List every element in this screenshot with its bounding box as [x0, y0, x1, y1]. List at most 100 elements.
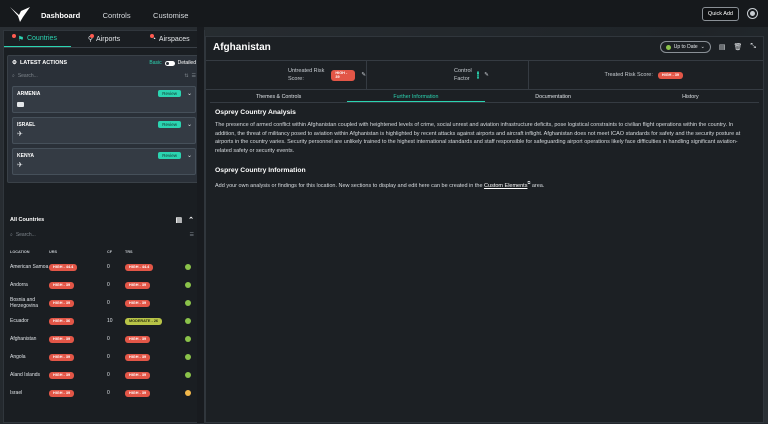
- tab-themes-controls[interactable]: Themes & Controls: [210, 92, 347, 102]
- trs-badge: HIGH - 39: [125, 281, 151, 289]
- review-button[interactable]: Review: [158, 152, 181, 159]
- latest-action-card[interactable]: KENYA ✈ Review ⌄: [12, 148, 196, 175]
- chevron-up-icon[interactable]: ⌃: [188, 216, 194, 224]
- cell-location: American Samoa: [10, 264, 49, 270]
- cell-trs: HIGH - 39: [125, 335, 183, 343]
- settings-icon: ⚙: [12, 60, 17, 66]
- tab-history[interactable]: History: [622, 92, 759, 102]
- filter-icon[interactable]: ☰: [192, 73, 196, 79]
- cell-location: Israel: [10, 390, 23, 396]
- status-check-icon: [185, 318, 191, 324]
- cell-cf: 0: [107, 300, 110, 306]
- cell-cf: 10: [107, 318, 113, 324]
- nav-customise[interactable]: Customise: [153, 11, 188, 20]
- document-icon: [17, 102, 24, 107]
- untreated-risk-badge: HIGH - 39: [331, 69, 356, 81]
- cell-urs: HIGH - 44.4: [49, 263, 107, 271]
- search-icon: ⌕: [12, 73, 15, 79]
- latest-action-card[interactable]: ARMENIA Review ⌄: [12, 86, 196, 113]
- review-button[interactable]: Review: [158, 90, 181, 97]
- tab-airports-label: Airports: [96, 35, 121, 43]
- top-navigation-bar: Dashboard Controls Customise Quick Add: [0, 0, 768, 27]
- all-countries-search-input[interactable]: Search...: [16, 232, 187, 238]
- risk-summary-bar: Untreated Risk Score: HIGH - 39 ✎ Contro…: [206, 60, 763, 90]
- table-row[interactable]: Angola HIGH - 39 0 HIGH - 39: [7, 348, 197, 366]
- table-row[interactable]: Ecuador HIGH - 36 10 MODERATE - 26: [7, 312, 197, 330]
- export-icon[interactable]: ▤: [719, 43, 726, 51]
- cell-cf: 0: [107, 354, 110, 360]
- urs-badge: HIGH - 39: [49, 335, 75, 343]
- table-row[interactable]: American Samoa HIGH - 44.4 0 HIGH - 44.4: [7, 258, 197, 276]
- status-check-icon: [185, 300, 191, 306]
- search-icon: ⌕: [10, 232, 13, 238]
- collapse-icon[interactable]: ⤡: [750, 43, 756, 51]
- up-to-date-badge[interactable]: Up to Date ⌄: [659, 41, 711, 53]
- custom-elements-link[interactable]: Custom Elements: [484, 183, 527, 189]
- nav-controls[interactable]: Controls: [103, 11, 131, 20]
- export-icon[interactable]: ▤: [176, 216, 183, 224]
- info-text-pre: Add your own analysis or findings for th…: [215, 182, 483, 189]
- cell-cf: 0: [107, 390, 110, 396]
- quick-add-button[interactable]: Quick Add: [701, 6, 739, 21]
- status-dot-icon: [665, 44, 671, 50]
- trs-badge: HIGH - 39: [125, 335, 151, 343]
- cell-cf: 0: [107, 264, 110, 270]
- table-row[interactable]: Andorra HIGH - 39 0 HIGH - 39: [7, 276, 197, 294]
- delete-icon[interactable]: 🗑: [734, 43, 743, 51]
- cell-location: Andorra: [10, 282, 28, 288]
- status-check-icon: [185, 354, 191, 360]
- cell-urs: HIGH - 39: [49, 335, 107, 343]
- cell-location: Angola: [10, 354, 26, 360]
- edit-icon[interactable]: ✎: [484, 72, 489, 78]
- notification-badge: [12, 34, 16, 38]
- tab-further-information[interactable]: Further Information: [347, 92, 485, 102]
- all-countries-panel: All Countries ▤ ⌃ ⌕ Search... ☰ LOCATION…: [7, 212, 197, 402]
- tab-documentation[interactable]: Documentation: [485, 92, 622, 102]
- cell-location: Bosnia and Herzegovina: [10, 297, 39, 309]
- section-body-information: Add your own analysis or findings for th…: [215, 179, 754, 190]
- column-location[interactable]: LOCATION: [10, 250, 49, 254]
- cell-urs: HIGH - 39: [49, 281, 107, 289]
- tab-airspaces-label: Airspaces: [158, 35, 190, 43]
- table-row[interactable]: Aland Islands HIGH - 39 0 HIGH - 39: [7, 366, 197, 384]
- latest-action-card[interactable]: ISRAEL ✈ Review ⌄: [12, 117, 196, 144]
- treated-risk-label: Treated Risk Score:: [604, 72, 653, 78]
- section-title-information: Osprey Country Information: [215, 167, 306, 174]
- table-row[interactable]: Bosnia and Herzegovina HIGH - 39 0 HIGH - 3…: [7, 294, 197, 312]
- cell-trs: HIGH - 39: [125, 353, 183, 361]
- cell-urs: HIGH - 39: [49, 389, 107, 397]
- tab-airspaces[interactable]: ◔ Airspaces: [137, 31, 204, 47]
- status-check-icon: [185, 390, 191, 396]
- tab-countries[interactable]: ⚑ Countries: [4, 31, 71, 47]
- chevron-down-icon[interactable]: ⌄: [187, 121, 192, 128]
- chevron-down-icon[interactable]: ⌄: [187, 90, 192, 97]
- table-row[interactable]: Afghanistan HIGH - 39 0 HIGH - 39: [7, 330, 197, 348]
- sort-icon[interactable]: ⇅: [184, 73, 188, 79]
- urs-badge: HIGH - 39: [49, 281, 75, 289]
- section-body-analysis: The presence of armed conflict within Af…: [215, 122, 741, 154]
- chevron-down-icon[interactable]: ⌄: [187, 152, 192, 159]
- urs-badge: HIGH - 39: [49, 353, 75, 361]
- filter-icon[interactable]: ☰: [190, 232, 194, 238]
- column-urs[interactable]: URS: [49, 250, 107, 254]
- column-trs[interactable]: TRS: [125, 250, 183, 254]
- table-row[interactable]: Israel HIGH - 39 0 HIGH - 39: [7, 384, 197, 402]
- tab-airports[interactable]: ⚲ Airports: [71, 31, 138, 47]
- status-check-icon: [185, 282, 191, 288]
- basic-detailed-toggle[interactable]: [164, 60, 175, 66]
- status-check-icon: [185, 264, 191, 270]
- review-button[interactable]: Review: [158, 121, 181, 128]
- urs-badge: HIGH - 39: [49, 371, 75, 379]
- up-to-date-label: Up to Date: [673, 44, 698, 50]
- urs-badge: HIGH - 36: [49, 317, 75, 325]
- cell-location: Ecuador: [10, 318, 29, 324]
- user-avatar-icon[interactable]: [747, 8, 758, 19]
- cell-trs: HIGH - 44.4: [125, 263, 183, 271]
- osprey-logo: [10, 6, 30, 22]
- nav-dashboard[interactable]: Dashboard: [41, 11, 80, 20]
- column-cf[interactable]: CF: [107, 250, 125, 254]
- section-title-analysis: Osprey Country Analysis: [215, 109, 296, 116]
- latest-actions-search-input[interactable]: Search...: [18, 73, 182, 79]
- rocket-icon: ✈: [17, 162, 23, 169]
- cell-urs: HIGH - 39: [49, 299, 107, 307]
